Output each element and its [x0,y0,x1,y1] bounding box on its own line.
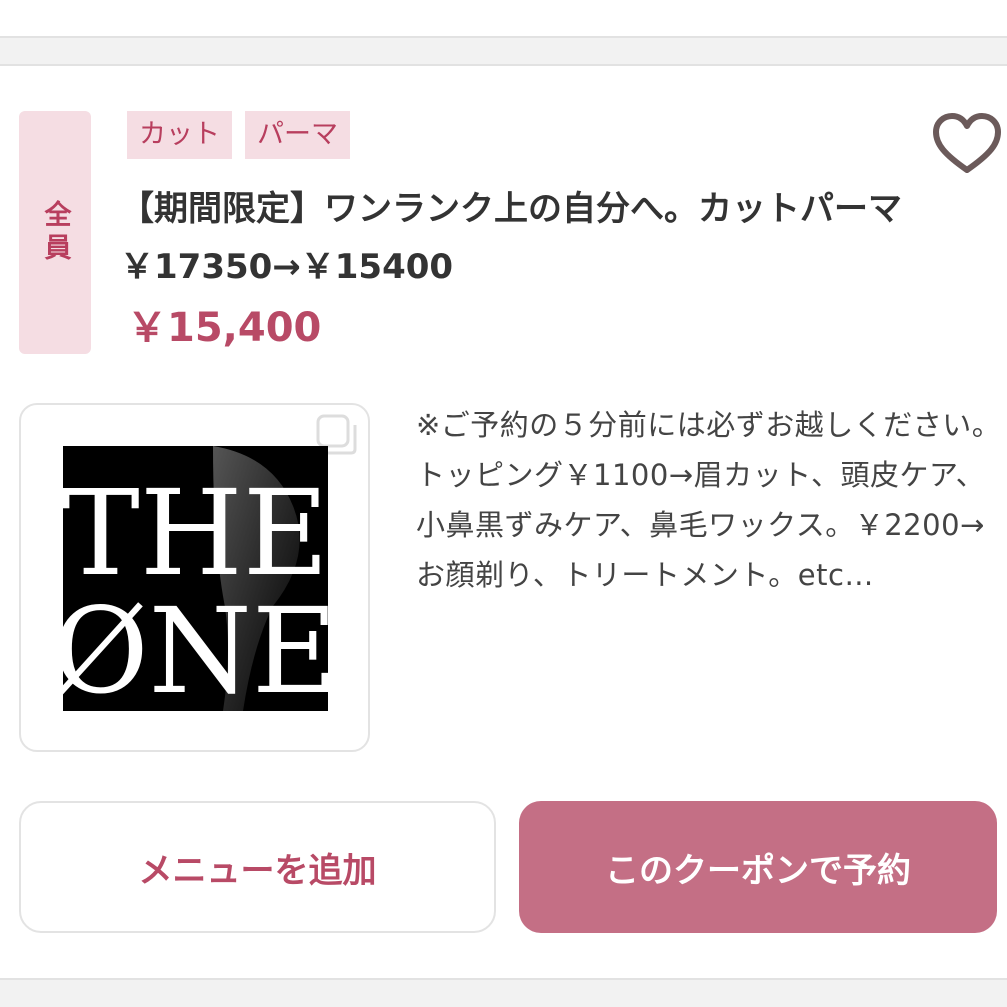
section-divider-bottom [0,978,1007,1007]
add-menu-button[interactable]: メニューを追加 [19,801,496,933]
target-badge: 全員 [19,111,91,354]
heart-icon[interactable] [932,112,1002,176]
book-coupon-button[interactable]: このクーポンで予約 [519,801,997,933]
coupon-description: ※ご予約の５分前には必ずお越しください。トッピング￥1100→眉カット、頭皮ケア… [416,408,1002,592]
tag-perm: パーマ [245,111,350,159]
coupon-title: 【期間限定】ワンランク上の自分へ。カットパーマ￥17350→￥15400 [120,189,902,287]
salon-logo-image: THE ØNE [63,446,328,711]
tag-cut: カット [127,111,232,159]
section-divider-top [0,36,1007,66]
coupon-image-card[interactable]: THE ØNE [19,403,370,752]
target-badge-label: 全員 [39,199,71,266]
logo-text-one: ØNE [63,582,328,711]
coupon-price: ￥15,400 [127,305,322,351]
tag-list: カット パーマ [127,111,350,159]
